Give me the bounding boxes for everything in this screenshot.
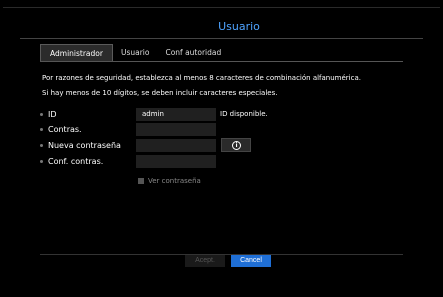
id-status: ID disponible.	[220, 110, 268, 118]
info-icon: i	[232, 141, 241, 150]
password-field[interactable]	[136, 123, 216, 136]
bullet-icon	[40, 113, 43, 116]
password-label: Contras.	[48, 125, 82, 134]
new-password-field[interactable]	[136, 139, 216, 152]
id-label: ID	[48, 110, 57, 119]
accept-button[interactable]: Acept.	[185, 255, 225, 267]
show-password-label: Ver contraseña	[148, 177, 201, 185]
confirm-password-field[interactable]	[136, 155, 216, 168]
tab-administrador[interactable]: Administrador	[40, 44, 113, 61]
confirm-password-label: Conf. contras.	[48, 157, 104, 166]
tab-bar: Administrador Usuario Conf autoridad	[40, 44, 230, 61]
tab-conf-autoridad[interactable]: Conf autoridad	[157, 44, 230, 61]
bullet-icon	[40, 144, 43, 147]
tab-divider	[40, 61, 403, 62]
security-info: Por razones de seguridad, establezca al …	[42, 71, 361, 101]
password-info-button[interactable]: i	[221, 138, 251, 152]
bullet-icon	[40, 128, 43, 131]
cancel-button[interactable]: Cancel	[231, 255, 271, 267]
new-password-label: Nueva contraseña	[48, 141, 121, 150]
show-password-checkbox[interactable]	[138, 178, 144, 184]
id-field[interactable]: admin	[136, 108, 216, 121]
tab-usuario[interactable]: Usuario	[112, 44, 158, 61]
dialog-title: Usuario	[218, 20, 260, 33]
bullet-icon	[40, 160, 43, 163]
user-settings-dialog: Usuario Administrador Usuario Conf autor…	[0, 0, 443, 297]
security-info-line-2: Si hay menos de 10 dígitos, se deben inc…	[42, 89, 278, 97]
top-divider	[3, 7, 440, 8]
security-info-line-1: Por razones de seguridad, establezca al …	[42, 74, 361, 82]
title-divider	[20, 38, 423, 39]
